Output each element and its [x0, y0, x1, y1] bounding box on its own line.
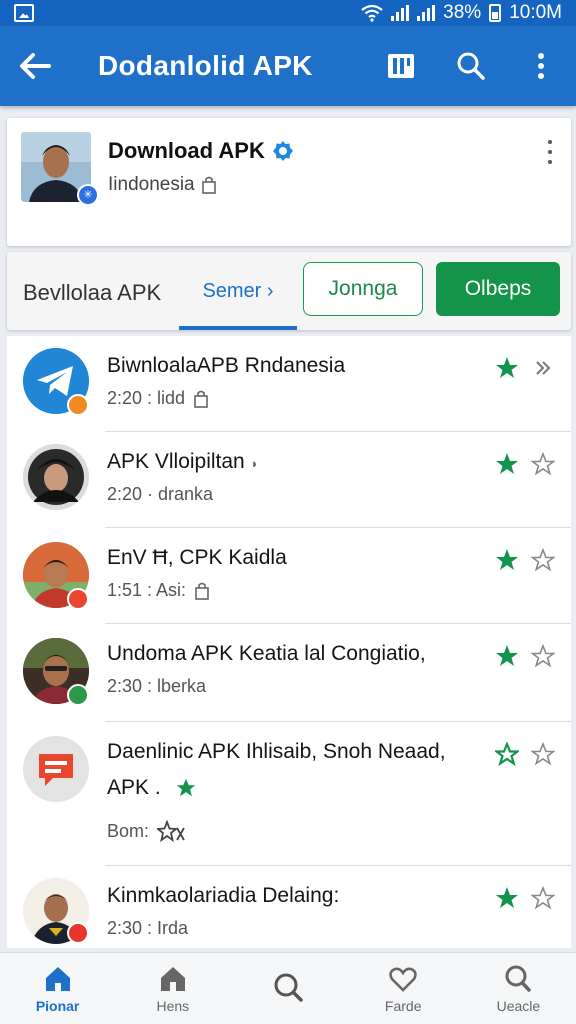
profile-location-text: Iindonesia — [108, 174, 195, 195]
jonnga-button[interactable]: Jonnga — [303, 262, 423, 316]
list-item[interactable]: Undoma APK Keatia lal Congiatio, 2:30 : … — [7, 624, 571, 722]
star-outline-icon[interactable] — [531, 886, 555, 910]
profile-name: Download APK — [108, 138, 293, 164]
list-item[interactable]: EnV Ħ, CPK Kaidla 1:51 : Asi: — [7, 528, 571, 624]
item-title-text: APK Vlloipiltan — [107, 450, 245, 473]
avatar-badge — [67, 922, 89, 944]
app-list: BiwnloalaAPB Rndanesia 2:20 : lidd APK V… — [7, 336, 571, 948]
clock: 10:0M — [509, 2, 562, 23]
wifi-icon — [361, 4, 383, 22]
more-options-button[interactable] — [506, 26, 576, 106]
star-outline-icon[interactable] — [531, 452, 555, 476]
avatar-badge — [67, 394, 89, 416]
status-bar: 38% 10:0M — [0, 0, 576, 26]
item-title: BiwnloalaAPB Rndanesia — [107, 354, 346, 377]
home-outline-icon — [160, 966, 185, 991]
star-filled-icon[interactable] — [495, 548, 519, 572]
nav-item-pionar[interactable]: Pionar — [0, 953, 115, 1024]
star-outline-icon[interactable] — [531, 548, 555, 572]
nav-item-search[interactable] — [230, 953, 345, 1024]
item-title-icon: ◗ — [250, 456, 259, 471]
item-subtitle: 2:30 : Irda — [107, 918, 189, 938]
bag-icon — [195, 582, 209, 600]
nav-label: Ueacle — [496, 997, 541, 1014]
page-title: Dodanlolid APK — [98, 50, 313, 81]
item-title: Kinmkaolariadia Delaing: — [107, 884, 340, 907]
battery-icon — [489, 4, 502, 22]
gallery-icon — [14, 4, 34, 22]
star-filled-icon[interactable] — [495, 452, 519, 476]
profile-menu-button[interactable] — [543, 140, 557, 164]
nav-label: Hens — [156, 997, 190, 1014]
star-filled-icon[interactable] — [495, 644, 519, 668]
item-subtitle-text: 2:20 : lidd — [107, 388, 186, 408]
item-subtitle-text: Bom: — [107, 820, 150, 841]
star-outline-icon[interactable] — [531, 644, 555, 668]
item-subtitle: 1:51 : Asi: — [107, 580, 210, 601]
nav-item-farde[interactable]: Farde — [346, 953, 461, 1024]
avatar-badge — [67, 684, 89, 706]
item-title: APK Vlloipiltan ◗ — [107, 450, 258, 474]
home-icon — [45, 966, 70, 991]
item-subtitle-text: 1:51 : Asi: — [107, 580, 187, 600]
bag-icon — [194, 390, 208, 408]
search-icon — [457, 52, 485, 80]
olbeps-button[interactable]: Olbeps — [436, 262, 560, 316]
filter-bar: Bevllolaa APK Semer › Jonnga Olbeps — [7, 252, 571, 330]
back-button[interactable] — [0, 26, 70, 106]
verified-icon — [272, 141, 293, 161]
nav-item-hens[interactable]: Hens — [115, 953, 230, 1024]
battery-percent: 38% — [443, 2, 482, 23]
star-filled-icon[interactable] — [495, 886, 519, 910]
app-bar: Dodanlolid APK — [0, 26, 576, 106]
more-vertical-icon — [538, 53, 544, 79]
star-badge-icon — [176, 779, 195, 797]
signal-icon — [391, 5, 410, 21]
columns-button[interactable] — [366, 26, 436, 106]
item-subtitle: 2:20 · dranka — [107, 484, 214, 504]
bag-icon — [201, 176, 216, 194]
bottom-nav: Pionar Hens Farde Ueacle — [0, 952, 576, 1024]
item-subtitle: 2:20 : lidd — [107, 388, 209, 409]
item-subtitle: Bom: — [107, 820, 185, 842]
profile-card[interactable]: ✳ Download APK Iindonesia — [7, 118, 571, 246]
nav-item-ueacle[interactable]: Ueacle — [461, 953, 576, 1024]
item-title-line2-text: APK . — [107, 776, 161, 799]
item-title: Daenlinic APK Ihlisaib, Snoh Neaad, — [107, 740, 446, 763]
search-profile-icon — [505, 965, 532, 992]
search-button[interactable] — [436, 26, 506, 106]
chevron-right-icon[interactable] — [531, 356, 555, 380]
avatar-badge: ✳ — [77, 184, 99, 206]
profile-location: Iindonesia — [108, 174, 217, 196]
list-item[interactable]: Daenlinic APK Ihlisaib, Snoh Neaad, APK … — [7, 722, 571, 866]
star-filled-icon[interactable] — [495, 356, 519, 380]
nav-label: Pionar — [35, 997, 80, 1014]
signal-icon-2 — [417, 5, 436, 21]
item-title-line2: APK . — [107, 776, 197, 800]
avatar-badge — [67, 588, 89, 610]
person-avatar — [23, 444, 89, 510]
list-item[interactable]: APK Vlloipiltan ◗ 2:20 · dranka — [7, 432, 571, 528]
nav-label: Farde — [384, 997, 422, 1014]
star-outline-green-icon[interactable] — [495, 742, 519, 766]
arrow-left-icon — [20, 53, 51, 79]
list-item[interactable]: Kinmkaolariadia Delaing: 2:30 : Irda — [7, 866, 571, 948]
sparkle-icon — [157, 820, 185, 842]
list-item[interactable]: BiwnloalaAPB Rndanesia 2:20 : lidd — [7, 336, 571, 432]
profile-name-text: Download APK — [108, 138, 265, 163]
heart-chat-icon — [389, 967, 417, 992]
tab-indicator — [179, 326, 297, 330]
search-icon — [274, 973, 303, 1002]
item-title: EnV Ħ, CPK Kaidla — [107, 546, 287, 569]
item-title: Undoma APK Keatia lal Congiatio, — [107, 642, 426, 665]
item-subtitle: 2:30 : lberka — [107, 676, 207, 696]
filter-label: Bevllolaa APK — [23, 280, 162, 305]
tab-semer[interactable]: Semer › — [179, 252, 297, 330]
chat-app-avatar — [23, 736, 89, 802]
columns-icon — [388, 54, 414, 78]
star-outline-icon[interactable] — [531, 742, 555, 766]
